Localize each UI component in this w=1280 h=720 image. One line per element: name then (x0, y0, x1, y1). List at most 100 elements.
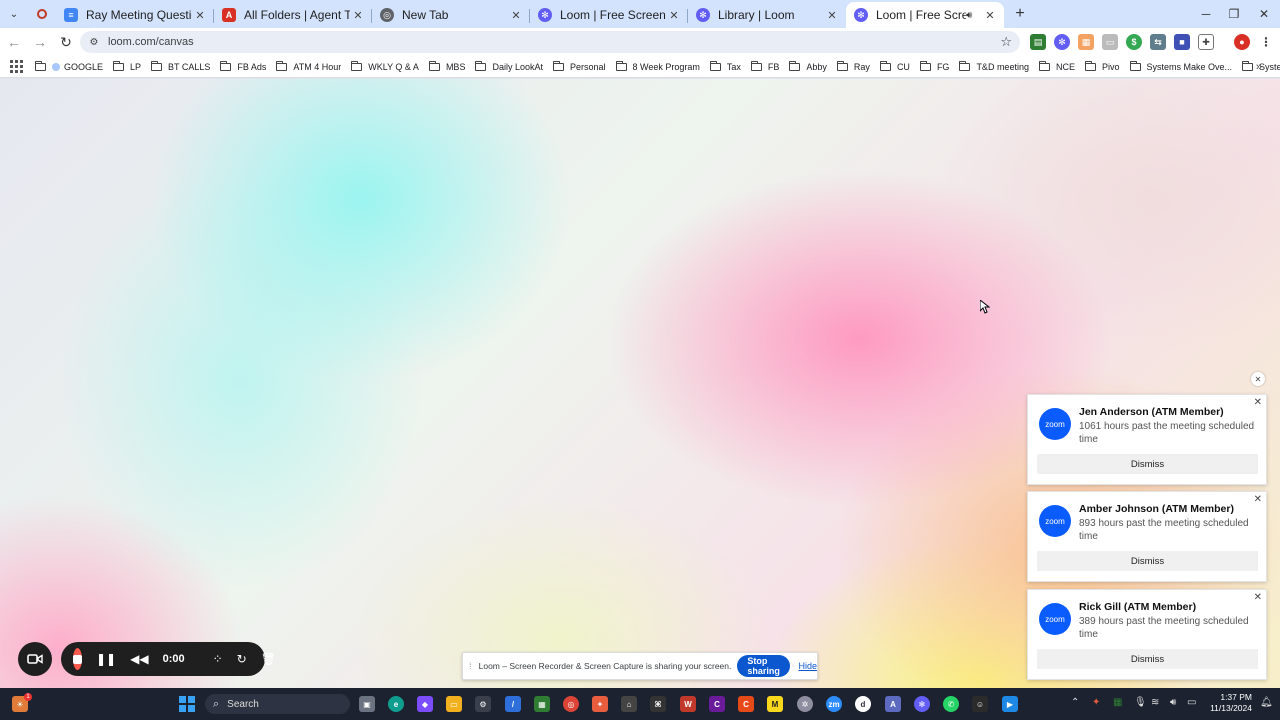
reload-icon[interactable]: ↻ (54, 30, 78, 54)
app-icon[interactable]: ☺ (972, 696, 988, 712)
tab-loom-library[interactable]: ✻ Library | Loom ✕ (688, 2, 846, 28)
address-bar[interactable]: ⚙ loom.com/canvas ☆ (80, 31, 1020, 53)
tab-search-button[interactable]: ⌄ (4, 4, 24, 24)
battery-icon[interactable]: ▭ (1187, 697, 1196, 708)
edge-icon[interactable]: e (388, 696, 404, 712)
loom-extension-icon[interactable]: ✻ (1054, 34, 1070, 50)
rewind-icon[interactable]: ◀◀ (130, 652, 148, 666)
app-icon[interactable]: C (738, 696, 754, 712)
close-icon[interactable]: ✕ (1254, 397, 1262, 408)
close-icon[interactable]: ✕ (192, 7, 208, 23)
dismiss-button[interactable]: Dismiss (1037, 649, 1258, 669)
zoom-app-icon[interactable]: zm (826, 696, 842, 712)
extension-icon[interactable]: $ (1126, 34, 1142, 50)
pause-icon[interactable]: ❚❚ (96, 652, 116, 666)
app-icon[interactable]: ▶ (1002, 696, 1018, 712)
bookmark-personal[interactable]: Personal (552, 60, 606, 72)
bookmark-fg[interactable]: FG (919, 60, 949, 72)
maximize-button[interactable]: ❐ (1218, 0, 1250, 28)
extension-icon[interactable]: ▭ (1102, 34, 1118, 50)
tab-ray-meeting-questions[interactable]: ≡ Ray Meeting Questions - Goog ✕ (56, 2, 214, 28)
restart-icon[interactable]: ↻ (237, 652, 247, 666)
more-menu-icon[interactable]: ⋮ (1258, 34, 1274, 50)
bookmark-mbs[interactable]: MBS (428, 60, 465, 72)
app-icon[interactable]: ⌘ (650, 696, 666, 712)
url-text[interactable]: loom.com/canvas (108, 36, 194, 48)
close-icon[interactable]: ✕ (824, 7, 840, 23)
app-icon[interactable]: W (680, 696, 696, 712)
settings-icon[interactable]: ⚙ (475, 696, 491, 712)
app-icon[interactable]: ⌂ (621, 696, 637, 712)
bookmark-daily-lookat[interactable]: Daily LookAt (475, 60, 543, 72)
bookmark-cu[interactable]: CU (879, 60, 910, 72)
drag-handle-icon[interactable]: ⁞ (469, 661, 473, 671)
bookmark-atm-4-hour[interactable]: ATM 4 Hour (276, 60, 341, 72)
drawing-grid-icon[interactable]: ⁘ (213, 652, 223, 666)
bookmark-8-week-program[interactable]: 8 Week Program (615, 60, 700, 72)
camera-toggle-button[interactable] (18, 642, 52, 676)
close-all-notifications-button[interactable]: ✕ (1251, 372, 1265, 386)
close-icon[interactable]: ✕ (666, 7, 682, 23)
close-icon[interactable]: ✕ (508, 7, 524, 23)
tab-all-folders[interactable]: A All Folders | Agent Tech Master ✕ (214, 2, 372, 28)
stop-sharing-button[interactable]: Stop sharing (737, 655, 791, 677)
chrome-icon[interactable]: ◎ (563, 696, 579, 712)
tray-app-icon[interactable]: ▦ (1113, 697, 1122, 708)
app-icon[interactable]: ✲ (797, 696, 813, 712)
bookmark-nce[interactable]: NCE (1038, 60, 1075, 72)
bookmark-systems-make-over[interactable]: Systems Make Ove... (1129, 60, 1232, 72)
taskbar-clock[interactable]: 1:37 PM 11/13/2024 (1206, 692, 1252, 714)
extension-icon[interactable]: ⇆ (1150, 34, 1166, 50)
tab-new-tab[interactable]: ◎ New Tab ✕ (372, 2, 530, 28)
app-icon[interactable]: A (885, 696, 901, 712)
app-icon[interactable]: ▦ (534, 696, 550, 712)
bookmark-td-meeting[interactable]: T&D meeting (959, 60, 1029, 72)
app-icon[interactable]: / (505, 696, 521, 712)
dismiss-button[interactable]: Dismiss (1037, 454, 1258, 474)
bookmark-pivo[interactable]: Pivo (1084, 60, 1120, 72)
bookmark-fb-ads[interactable]: FB Ads (220, 60, 266, 72)
copilot-icon[interactable]: ◆ (417, 696, 433, 712)
close-icon[interactable]: ✕ (982, 7, 998, 23)
loom-app-icon[interactable]: ✻ (914, 696, 930, 712)
extension-icon[interactable]: ■ (1174, 34, 1190, 50)
bookmark-star-icon[interactable]: ☆ (1000, 34, 1012, 50)
close-icon[interactable]: ✕ (350, 7, 366, 23)
file-explorer-icon[interactable]: ▭ (446, 696, 462, 712)
chevron-up-icon[interactable]: ⌃ (1071, 697, 1079, 708)
microphone-icon[interactable]: 🎙︎ (1134, 697, 1147, 708)
forward-arrow-icon[interactable]: → (28, 30, 52, 54)
bookmark-ray[interactable]: Ray (836, 60, 870, 72)
bookmark-abby[interactable]: Abby (789, 60, 827, 72)
back-arrow-icon[interactable]: ← (2, 30, 26, 54)
window-close-button[interactable]: ✕ (1248, 0, 1280, 28)
hide-link[interactable]: Hide (798, 661, 817, 671)
speaker-icon[interactable]: 🔊︎ (966, 10, 982, 21)
extensions-puzzle-icon[interactable]: ✚ (1198, 34, 1214, 50)
site-info-icon[interactable]: ⚙ (86, 37, 102, 48)
app-icon[interactable]: ✦ (592, 696, 608, 712)
bookmark-lp[interactable]: LP (113, 60, 141, 72)
close-icon[interactable]: ✕ (1254, 494, 1262, 505)
app-icon[interactable]: M (767, 696, 783, 712)
bookmark-fb[interactable]: FB (750, 60, 779, 72)
extension-icon[interactable]: ▤ (1030, 34, 1046, 50)
taskbar-search[interactable]: ⌕ Search (205, 694, 350, 714)
tray-app-icon[interactable]: ✦ (1092, 697, 1100, 708)
extension-icon[interactable]: ▦ (1078, 34, 1094, 50)
bookmark-google[interactable]: GOOGLE (35, 60, 103, 72)
tab-loom-active[interactable]: ✻ Loom | Free Screen & Video 🔊︎ ✕ (846, 2, 1004, 28)
volume-icon[interactable]: 🔊︎ (1170, 697, 1176, 708)
apps-grid-icon[interactable] (10, 59, 23, 74)
close-icon[interactable]: ✕ (1254, 592, 1262, 603)
whatsapp-icon[interactable]: ✆ (943, 696, 959, 712)
app-icon[interactable]: C (709, 696, 725, 712)
wifi-icon[interactable]: ≋ (1151, 697, 1159, 708)
dismiss-button[interactable]: Dismiss (1037, 551, 1258, 571)
tab-loom-1[interactable]: ✻ Loom | Free Screen & Video Re ✕ (530, 2, 688, 28)
bookmark-tax[interactable]: Tax (709, 60, 741, 72)
bookmark-wkly-qa[interactable]: WKLY Q & A (351, 60, 419, 72)
notification-bell-icon[interactable]: 🔔︎ (1260, 697, 1273, 708)
app-icon[interactable]: d (855, 696, 871, 712)
stop-recording-button[interactable] (73, 648, 82, 670)
